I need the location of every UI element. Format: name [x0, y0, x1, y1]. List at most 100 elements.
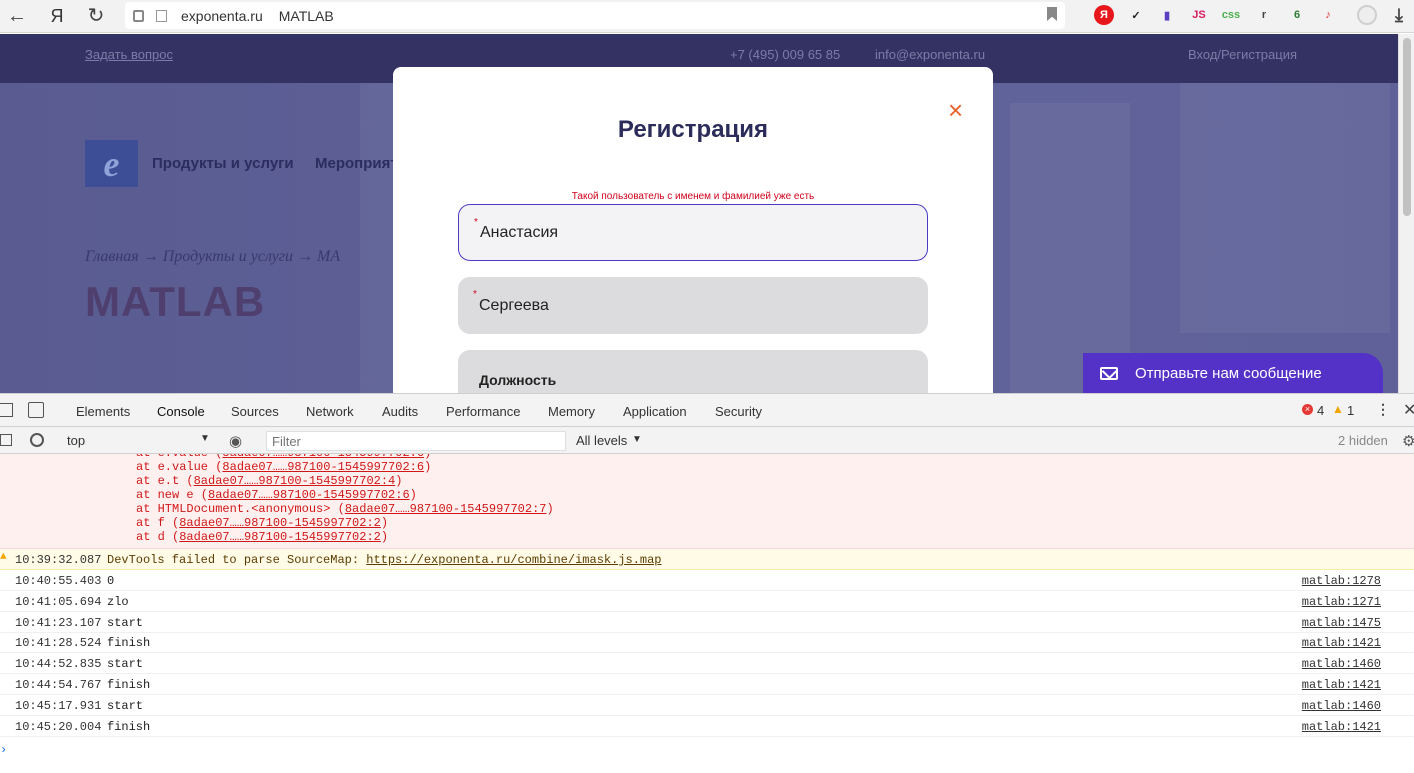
back-arrow-icon: ← — [7, 5, 27, 27]
stack-text: ) — [380, 530, 389, 544]
yandex-ext-icon[interactable]: Я — [1094, 5, 1114, 25]
stack-text: ) — [424, 460, 432, 474]
scrollbar-thumb[interactable] — [1403, 38, 1411, 216]
last-name-field[interactable]: * Сергеева — [458, 277, 928, 334]
bookmark-icon[interactable] — [1047, 7, 1057, 21]
stack-line: at e.value (8adae07……987100-1545997702:6… — [136, 460, 431, 474]
menu-products[interactable]: Продукты и услуги — [152, 155, 294, 172]
js-ext-icon[interactable]: JS — [1189, 5, 1209, 25]
log-source-link[interactable]: matlab:1421 — [1302, 720, 1381, 734]
log-time: 10:45:17.931 — [15, 698, 102, 713]
required-mark: * — [474, 217, 478, 228]
warning-link[interactable]: https://exponenta.ru/combine/imask.js.ma… — [366, 553, 661, 567]
stack-link[interactable]: 8adae07……987100-1545997702:2 — [179, 516, 381, 530]
error-count[interactable]: 4 — [1317, 403, 1324, 418]
inspect-icon[interactable] — [0, 403, 13, 417]
tab-sources[interactable]: Sources — [231, 404, 279, 419]
warning-count[interactable]: 1 — [1347, 403, 1354, 418]
stack-link[interactable]: 8adae07……987100-1545997702:4 — [194, 474, 396, 488]
sidebar-toggle-icon[interactable] — [0, 434, 12, 446]
stack-text: at new e ( — [136, 488, 209, 502]
log-time: 10:45:20.004 — [15, 719, 102, 734]
first-name-field[interactable]: * Анастасия — [458, 204, 928, 261]
log-levels-select[interactable]: All levels — [576, 433, 627, 448]
exponenta-logo[interactable]: e — [85, 140, 138, 187]
position-field[interactable]: Должность — [458, 350, 928, 393]
log-source-link[interactable]: matlab:1278 — [1302, 574, 1381, 588]
ext-3-icon[interactable]: ▮ — [1157, 5, 1177, 25]
profile-avatar[interactable] — [1357, 5, 1377, 25]
context-dropdown-icon[interactable]: ▼ — [200, 433, 210, 444]
error-message: Такой пользователь с именем и фамилией у… — [571, 191, 815, 202]
stack-link[interactable]: 8adae07……987100-1545997702:2 — [179, 530, 381, 544]
chat-label: Отправьте нам сообщение — [1135, 364, 1322, 382]
log-source-link[interactable]: matlab:1460 — [1302, 699, 1381, 713]
log-time: 10:44:52.835 — [15, 657, 102, 672]
log-source-link[interactable]: matlab:1421 — [1302, 678, 1381, 692]
address-bar[interactable]: exponenta.ru MATLAB — [125, 2, 1065, 29]
tab-console[interactable]: Console — [149, 404, 213, 429]
stack-link[interactable]: 8adae07……987100-1545997702:7 — [345, 502, 547, 516]
error-icon[interactable]: × — [1302, 404, 1313, 415]
login-link[interactable]: Вход/Регистрация — [1188, 47, 1297, 62]
chat-button[interactable]: Отправьте нам сообщение — [1083, 353, 1383, 393]
more-menu-icon[interactable]: ⋮ — [1376, 401, 1390, 418]
log-source-link[interactable]: matlab:1421 — [1302, 636, 1381, 650]
music-ext-icon[interactable]: ♪ — [1318, 5, 1338, 25]
phone-link[interactable]: +7 (495) 009 65 85 — [730, 47, 840, 62]
tab-elements[interactable]: Elements — [76, 404, 130, 419]
ext-7-icon[interactable]: 6 — [1287, 5, 1307, 25]
clear-console-icon[interactable] — [30, 433, 44, 447]
stack-text: at e.value ( — [136, 460, 223, 474]
tab-security[interactable]: Security — [715, 404, 762, 419]
download-icon[interactable]: ⤓ — [1389, 5, 1409, 25]
envelope-icon — [1100, 366, 1118, 380]
css-ext-icon[interactable]: css — [1221, 5, 1241, 25]
log-row: 10:41:23.107 start matlab:1475 — [0, 612, 1414, 633]
context-select[interactable]: top — [67, 433, 85, 448]
log-source-link[interactable]: matlab:1475 — [1302, 616, 1381, 630]
page-scrollbar[interactable] — [1398, 34, 1414, 393]
console-prompt[interactable]: › — [0, 743, 7, 757]
log-message: 0 — [107, 574, 115, 588]
tab-memory[interactable]: Memory — [548, 404, 595, 419]
levels-dropdown-icon[interactable]: ▼ — [632, 434, 642, 445]
tab-network[interactable]: Network — [306, 404, 354, 419]
hidden-count: 2 hidden — [1338, 433, 1388, 448]
url-title: MATLAB — [278, 7, 334, 24]
tab-audits[interactable]: Audits — [382, 404, 418, 419]
email-link[interactable]: info@exponenta.ru — [875, 47, 985, 62]
reload-button[interactable]: ↻ — [83, 3, 109, 29]
menu-events[interactable]: Мероприят — [315, 155, 398, 172]
log-message: start — [107, 698, 144, 713]
log-source-link[interactable]: matlab:1460 — [1302, 657, 1381, 671]
last-name-value: Сергеева — [479, 296, 549, 314]
stack-link[interactable]: 8adae07……987100-1545997702:6 — [208, 488, 410, 502]
log-message: zlo — [107, 594, 129, 609]
stack-line: at new e (8adae07……987100-1545997702:6) — [136, 488, 417, 502]
ask-question-link[interactable]: Задать вопрос — [85, 47, 173, 62]
tab-application[interactable]: Application — [623, 404, 687, 419]
console-settings-icon[interactable]: ⚙ — [1402, 432, 1414, 450]
eye-icon[interactable]: ◉ — [229, 432, 242, 450]
log-time: 10:44:54.767 — [15, 678, 102, 692]
device-toolbar-icon[interactable] — [28, 402, 44, 418]
stack-text: at d ( — [136, 530, 180, 544]
yandex-button[interactable]: Я — [44, 3, 70, 29]
browser-toolbar: ← Я ↻ exponenta.ru MATLAB Я ✓ ▮ JS css r 6 ♪ ⤓ — [0, 0, 1414, 33]
close-devtools-icon[interactable]: ✕ — [1403, 400, 1414, 420]
log-source-link[interactable]: matlab:1271 — [1302, 595, 1381, 609]
log-row: 10:45:17.931 start matlab:1460 — [0, 695, 1414, 716]
stack-line: at f (8adae07……987100-1545997702:2) — [136, 516, 388, 530]
warning-icon[interactable]: ▲ — [1332, 402, 1344, 416]
stack-link[interactable]: 8adae07……987100-1545997702:6 — [222, 460, 424, 474]
log-message: start — [107, 657, 144, 672]
tab-performance[interactable]: Performance — [446, 404, 520, 419]
log-message: finish — [107, 719, 151, 734]
check-ext-icon[interactable]: ✓ — [1126, 5, 1146, 25]
console-filter-input[interactable] — [266, 431, 566, 451]
stack-text: ) — [409, 488, 417, 502]
frame-ext-icon[interactable]: r — [1254, 5, 1274, 25]
registration-modal: × Регистрация Такой пользователь с имене… — [393, 67, 993, 393]
back-button[interactable]: ← — [4, 3, 30, 29]
